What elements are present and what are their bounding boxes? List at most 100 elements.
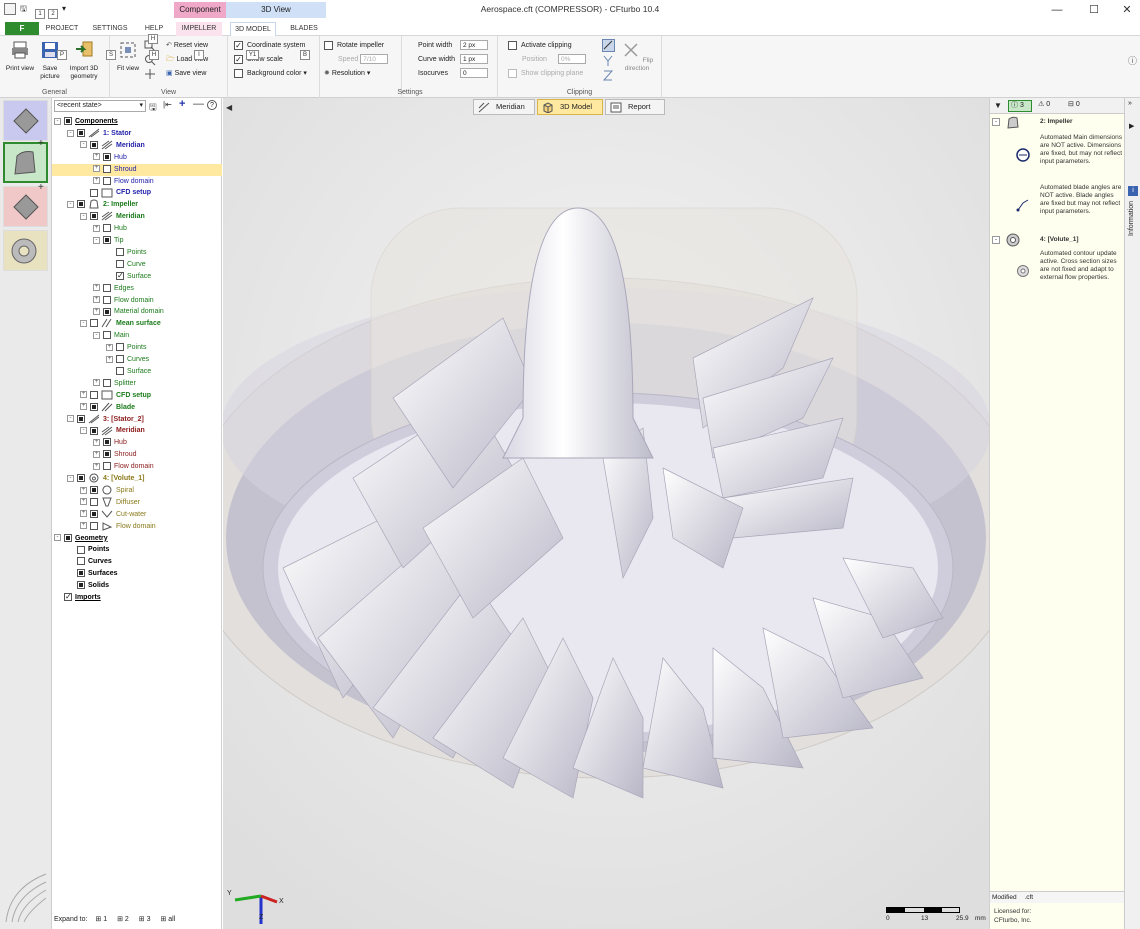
tree-item[interactable]: + Hub	[52, 152, 222, 164]
tree-item[interactable]: - 4: [Volute_1]	[52, 473, 222, 485]
tree-item[interactable]: Points	[52, 247, 222, 259]
tree-item[interactable]: Curve	[52, 259, 222, 271]
expand-icon[interactable]: +	[93, 450, 100, 458]
curve-width-spinner[interactable]: 1 px	[460, 54, 488, 65]
visibility-checkbox[interactable]	[116, 248, 124, 257]
save-view-button[interactable]: ▣ Save view	[166, 68, 206, 80]
pin-icon[interactable]: »	[1128, 100, 1132, 107]
info-side-icon[interactable]: i	[1128, 186, 1138, 196]
expand-icon[interactable]: +	[106, 343, 113, 351]
tree-item[interactable]: Solids	[52, 580, 222, 592]
tree-item[interactable]: Curves	[52, 556, 222, 568]
tree-item[interactable]: + Diffuser	[52, 497, 222, 509]
info-filter-button[interactable]: ⓘ 3	[1008, 100, 1032, 112]
collapse-volute-icon[interactable]: -	[992, 236, 1000, 244]
collapse-icon[interactable]: -	[54, 117, 61, 125]
tree-item[interactable]: - Meridian	[52, 425, 222, 437]
collapse-info-icon[interactable]: ▶	[1129, 122, 1134, 130]
tab-blades[interactable]: BLADES	[284, 22, 324, 36]
flip-direction-button[interactable]: Flip direction	[618, 40, 656, 73]
expand-level-3-button[interactable]: ⊞ 3	[139, 916, 151, 923]
tab-settings[interactable]: SETTINGS	[90, 22, 130, 36]
component-stator-button[interactable]	[3, 100, 48, 141]
visibility-checkbox[interactable]	[103, 236, 111, 245]
tree-item[interactable]: + Curves	[52, 354, 222, 366]
expand-icon[interactable]: +	[93, 308, 100, 316]
tree-item[interactable]: - 3: [Stator_2]	[52, 414, 222, 426]
tree-item[interactable]: + CFD setup	[52, 390, 222, 402]
visibility-checkbox[interactable]	[77, 129, 85, 138]
add-component-2-icon[interactable]: +	[38, 182, 44, 193]
expand-icon[interactable]: +	[93, 462, 100, 470]
collapse-icon[interactable]: -	[80, 319, 87, 327]
add-state-icon[interactable]: +	[179, 98, 185, 110]
expand-all-button[interactable]: ⊞ all	[160, 916, 175, 923]
visibility-checkbox[interactable]	[90, 212, 98, 221]
expand-icon[interactable]: +	[93, 153, 100, 161]
tree-item[interactable]: + Splitter	[52, 378, 222, 390]
point-width-spinner[interactable]: 2 px	[460, 40, 488, 51]
clip-z-icon[interactable]	[602, 69, 615, 82]
visibility-checkbox[interactable]	[77, 545, 85, 554]
tree-item[interactable]: - Meridian	[52, 140, 222, 152]
visibility-checkbox[interactable]	[103, 331, 111, 340]
expand-icon[interactable]: +	[93, 224, 100, 232]
tree-item[interactable]: + Cut-water	[52, 509, 222, 521]
visibility-checkbox[interactable]	[103, 295, 111, 304]
error-filter-button[interactable]: ⊟ 0	[1068, 100, 1080, 108]
visibility-checkbox[interactable]	[103, 283, 111, 292]
collapse-icon[interactable]: -	[54, 534, 61, 542]
activate-clipping-checkbox[interactable]: Activate clipping	[508, 40, 572, 52]
visibility-checkbox[interactable]	[116, 343, 124, 352]
tree-item[interactable]: + Flow domain	[52, 461, 222, 473]
visibility-checkbox[interactable]	[64, 117, 72, 126]
tab-meridian[interactable]: Meridian	[473, 99, 535, 115]
visibility-checkbox[interactable]	[103, 152, 111, 161]
visibility-checkbox[interactable]	[116, 270, 124, 282]
tree-item[interactable]: Imports	[52, 591, 222, 604]
collapse-icon[interactable]: -	[80, 141, 87, 149]
component-volute-button[interactable]	[3, 230, 48, 271]
tree-item[interactable]: Surface	[52, 366, 222, 378]
tab-file[interactable]: F	[5, 22, 39, 35]
visibility-checkbox[interactable]	[77, 200, 85, 209]
3d-viewport[interactable]: Meridian 3D Model Report ◀ X Y Z 0 13 25…	[223, 98, 989, 929]
expand-icon[interactable]: +	[93, 165, 100, 173]
collapse-icon[interactable]: -	[80, 212, 87, 220]
visibility-checkbox[interactable]	[116, 259, 124, 268]
tab-report[interactable]: Report	[605, 99, 665, 115]
visibility-checkbox[interactable]	[90, 497, 98, 506]
state-select[interactable]: <recent state> ▾	[54, 100, 146, 112]
tree-item[interactable]: - 2: Impeller	[52, 199, 222, 211]
collapse-icon[interactable]: -	[93, 236, 100, 244]
visibility-checkbox[interactable]	[90, 140, 98, 149]
visibility-checkbox[interactable]	[103, 224, 111, 233]
expand-icon[interactable]: +	[80, 522, 87, 530]
tree-item[interactable]: - Geometry	[52, 533, 222, 545]
collapse-icon[interactable]: -	[80, 427, 87, 435]
visibility-checkbox[interactable]	[90, 188, 98, 197]
expand-level-1-button[interactable]: ⊞ 1	[95, 916, 107, 923]
tree-item[interactable]: - Tip	[52, 235, 222, 247]
tree-item[interactable]: - Components	[52, 116, 222, 128]
collapse-icon[interactable]: -	[67, 200, 74, 208]
fit-view-button[interactable]: Fit view	[116, 40, 140, 73]
isocurves-spinner[interactable]: 0	[460, 68, 488, 79]
tab-impeller[interactable]: IMPELLER	[176, 22, 222, 36]
resolution-dropdown[interactable]: ✹ Resolution ▾	[324, 68, 370, 80]
visibility-checkbox[interactable]	[103, 462, 111, 471]
tab-project[interactable]: PROJECT	[44, 22, 80, 36]
collapse-tree-icon[interactable]: ◀	[226, 103, 232, 112]
print-view-button[interactable]: Print view	[4, 40, 36, 73]
visibility-checkbox[interactable]	[77, 474, 85, 483]
visibility-checkbox[interactable]	[77, 569, 85, 578]
visibility-checkbox[interactable]	[77, 557, 85, 566]
tree-item[interactable]: Surface	[52, 270, 222, 283]
tree-item[interactable]: + Flow domain	[52, 295, 222, 307]
tree-item[interactable]: + Flow domain	[52, 176, 222, 188]
tree-item[interactable]: - Meridian	[52, 211, 222, 223]
collapse-icon[interactable]: -	[67, 415, 74, 423]
expand-icon[interactable]: +	[80, 510, 87, 518]
visibility-checkbox[interactable]	[103, 438, 111, 447]
remove-state-icon[interactable]: —	[193, 98, 204, 110]
